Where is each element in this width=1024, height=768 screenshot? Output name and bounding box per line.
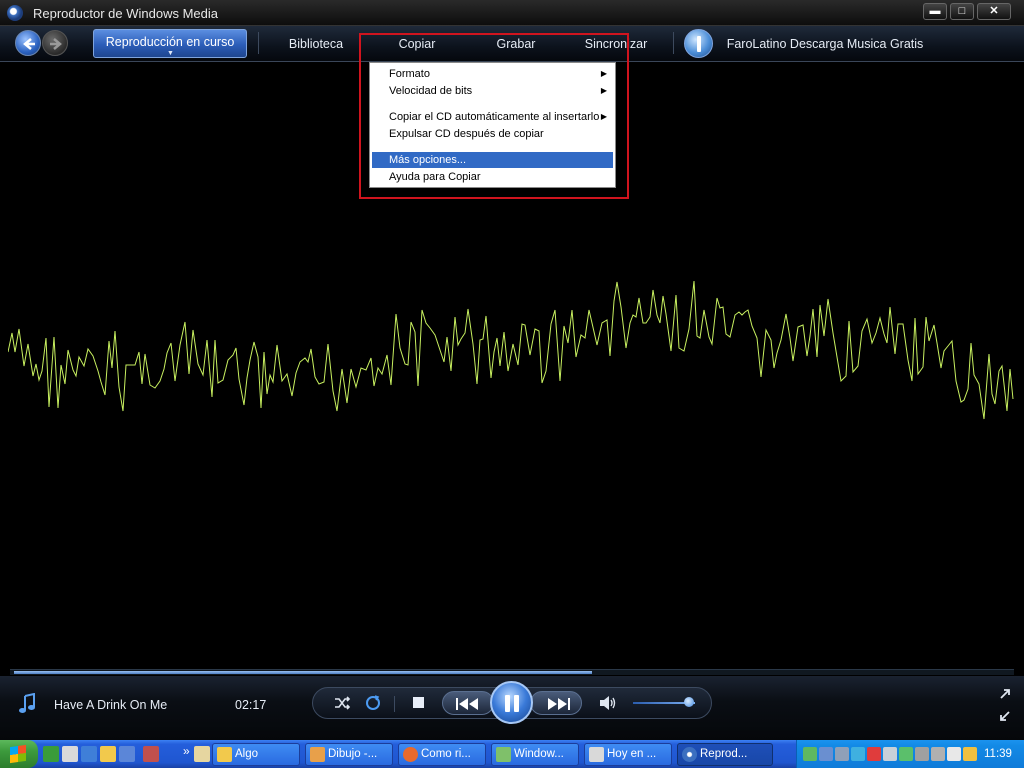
tab-store[interactable]: FaroLatino Descarga Musica Gratis [722,29,928,59]
volume-slider-thumb[interactable] [684,697,694,707]
back-button[interactable] [15,30,41,56]
tray-icon[interactable] [851,747,865,761]
tray-icon[interactable] [899,747,913,761]
tray-icon[interactable] [883,747,897,761]
window-icon [589,747,604,762]
close-button[interactable]: ✕ [977,3,1011,20]
quicklaunch-icon[interactable] [143,746,159,762]
submenu-arrow-icon: ▶ [600,86,607,95]
browser-icon [403,747,418,762]
folder-icon[interactable] [100,746,116,762]
info-icon[interactable] [684,29,713,58]
paint-icon [310,747,325,762]
menu-item-rip-help[interactable]: Ayuda para Copiar [372,169,613,185]
control-divider [394,696,395,712]
quicklaunch-icon[interactable] [62,746,78,762]
repeat-icon[interactable] [364,694,382,712]
menu-item-label: Velocidad de bits [389,85,473,97]
quicklaunch-icon[interactable] [43,746,59,762]
menu-item-label: Ayuda para Copiar [389,171,481,183]
forward-arrow-icon [50,38,62,50]
volume-icon[interactable] [598,694,618,712]
window-title: Reproductor de Windows Media [33,6,218,21]
taskbar: » Algo Dibujo -... Como ri... Window... … [0,740,1024,768]
menu-separator [373,103,612,104]
elapsed-time: 02:17 [235,698,267,712]
quicklaunch-overflow[interactable]: » [183,744,190,758]
shuffle-icon[interactable] [333,694,351,712]
seek-bar[interactable] [10,669,1014,675]
quicklaunch-icon[interactable] [81,746,97,762]
menu-separator [373,146,612,147]
player-logo-icon [7,5,23,21]
quicklaunch-icon[interactable] [194,746,210,762]
tray-icon[interactable] [915,747,929,761]
pause-button[interactable] [490,681,533,724]
quicklaunch-icon[interactable] [119,746,135,762]
rip-options-menu: Formato ▶ Velocidad de bits ▶ Copiar el … [369,62,616,188]
chevron-down-icon[interactable]: ▼ [167,50,174,58]
start-button[interactable] [0,740,38,768]
tray-icon[interactable] [835,747,849,761]
tray-icon[interactable] [803,747,817,761]
playback-controls: Have A Drink On Me 02:17 [0,676,1024,740]
forward-button[interactable] [42,30,68,56]
player-logo-icon [682,747,697,762]
taskbar-item[interactable]: Algo [212,743,300,766]
taskbar-item-label: Como ri... [421,748,471,760]
tray-icon[interactable] [963,747,977,761]
tab-library[interactable]: Biblioteca [278,29,354,59]
taskbar-item[interactable]: Hoy en ... [584,743,672,766]
clock: 11:39 [984,748,1012,760]
taskbar-item[interactable]: Window... [491,743,579,766]
taskbar-item-label: Window... [514,748,564,760]
taskbar-item-label: Algo [235,748,259,760]
windows-logo-icon [10,744,26,764]
tray-icon[interactable] [931,747,945,761]
track-title: Have A Drink On Me [54,698,168,712]
back-arrow-icon [23,38,35,50]
menu-item-label: Formato [389,68,430,80]
menu-item-format[interactable]: Formato ▶ [372,66,613,82]
tab-now-playing[interactable]: Reproducción en curso ▼ [93,29,247,58]
messenger-icon [496,747,511,762]
next-button[interactable] [530,691,582,715]
menu-item-eject-after-rip[interactable]: Expulsar CD después de copiar [372,126,613,142]
taskbar-item-label: Hoy en ... [607,748,657,760]
menu-item-bit-rate[interactable]: Velocidad de bits ▶ [372,83,613,99]
menu-item-label: Copiar el CD automáticamente al insertar… [389,111,600,123]
maximize-button[interactable]: □ [950,3,974,20]
compact-mode-icon[interactable] [998,709,1012,723]
taskbar-item-label: Dibujo -... [328,748,378,760]
tray-icon[interactable] [819,747,833,761]
previous-icon [456,698,478,710]
next-icon [548,698,570,710]
menu-item-auto-rip[interactable]: Copiar el CD automáticamente al insertar… [372,109,613,125]
stop-icon[interactable] [413,697,424,708]
taskbar-item[interactable]: Como ri... [398,743,486,766]
fullscreen-icon[interactable] [998,687,1012,701]
seek-progress [14,671,592,674]
taskbar-item[interactable]: Dibujo -... [305,743,393,766]
taskbar-item-active[interactable]: Reprod... [677,743,773,766]
nav-divider [673,32,674,54]
previous-button[interactable] [442,691,494,715]
nav-divider [258,32,259,54]
minimize-button[interactable]: ▬ [923,3,947,20]
submenu-arrow-icon: ▶ [600,112,607,121]
title-bar: Reproductor de Windows Media ▬ □ ✕ [0,0,1024,26]
menu-item-more-options[interactable]: Más opciones... [372,152,613,168]
tray-icon[interactable] [947,747,961,761]
menu-item-label: Expulsar CD después de copiar [389,128,544,140]
taskbar-item-label: Reprod... [700,748,748,760]
menu-item-label: Más opciones... [389,154,467,166]
submenu-arrow-icon: ▶ [600,69,607,78]
tab-now-playing-label: Reproducción en curso [105,35,235,49]
music-note-icon [19,693,35,713]
folder-icon [217,747,232,762]
tray-icon[interactable] [867,747,881,761]
